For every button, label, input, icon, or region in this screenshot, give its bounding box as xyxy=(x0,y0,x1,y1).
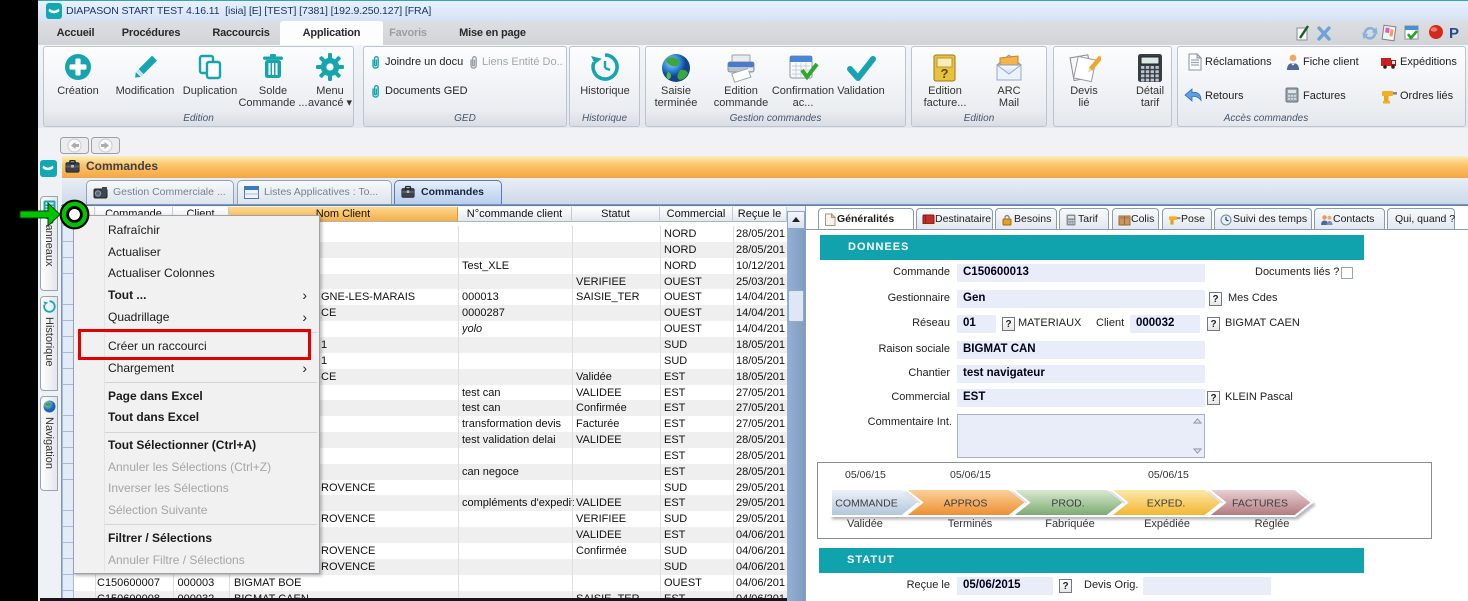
svg-text:P: P xyxy=(1449,25,1459,42)
svg-text:PROD.: PROD. xyxy=(1051,498,1084,510)
svg-text:APPROS: APPROS xyxy=(944,498,988,510)
svg-text:COMMANDE: COMMANDE xyxy=(835,498,897,510)
svg-text:EXPED.: EXPED. xyxy=(1147,498,1186,510)
svg-text:?: ? xyxy=(941,66,949,81)
svg-text:FACTURES: FACTURES xyxy=(1232,498,1288,510)
